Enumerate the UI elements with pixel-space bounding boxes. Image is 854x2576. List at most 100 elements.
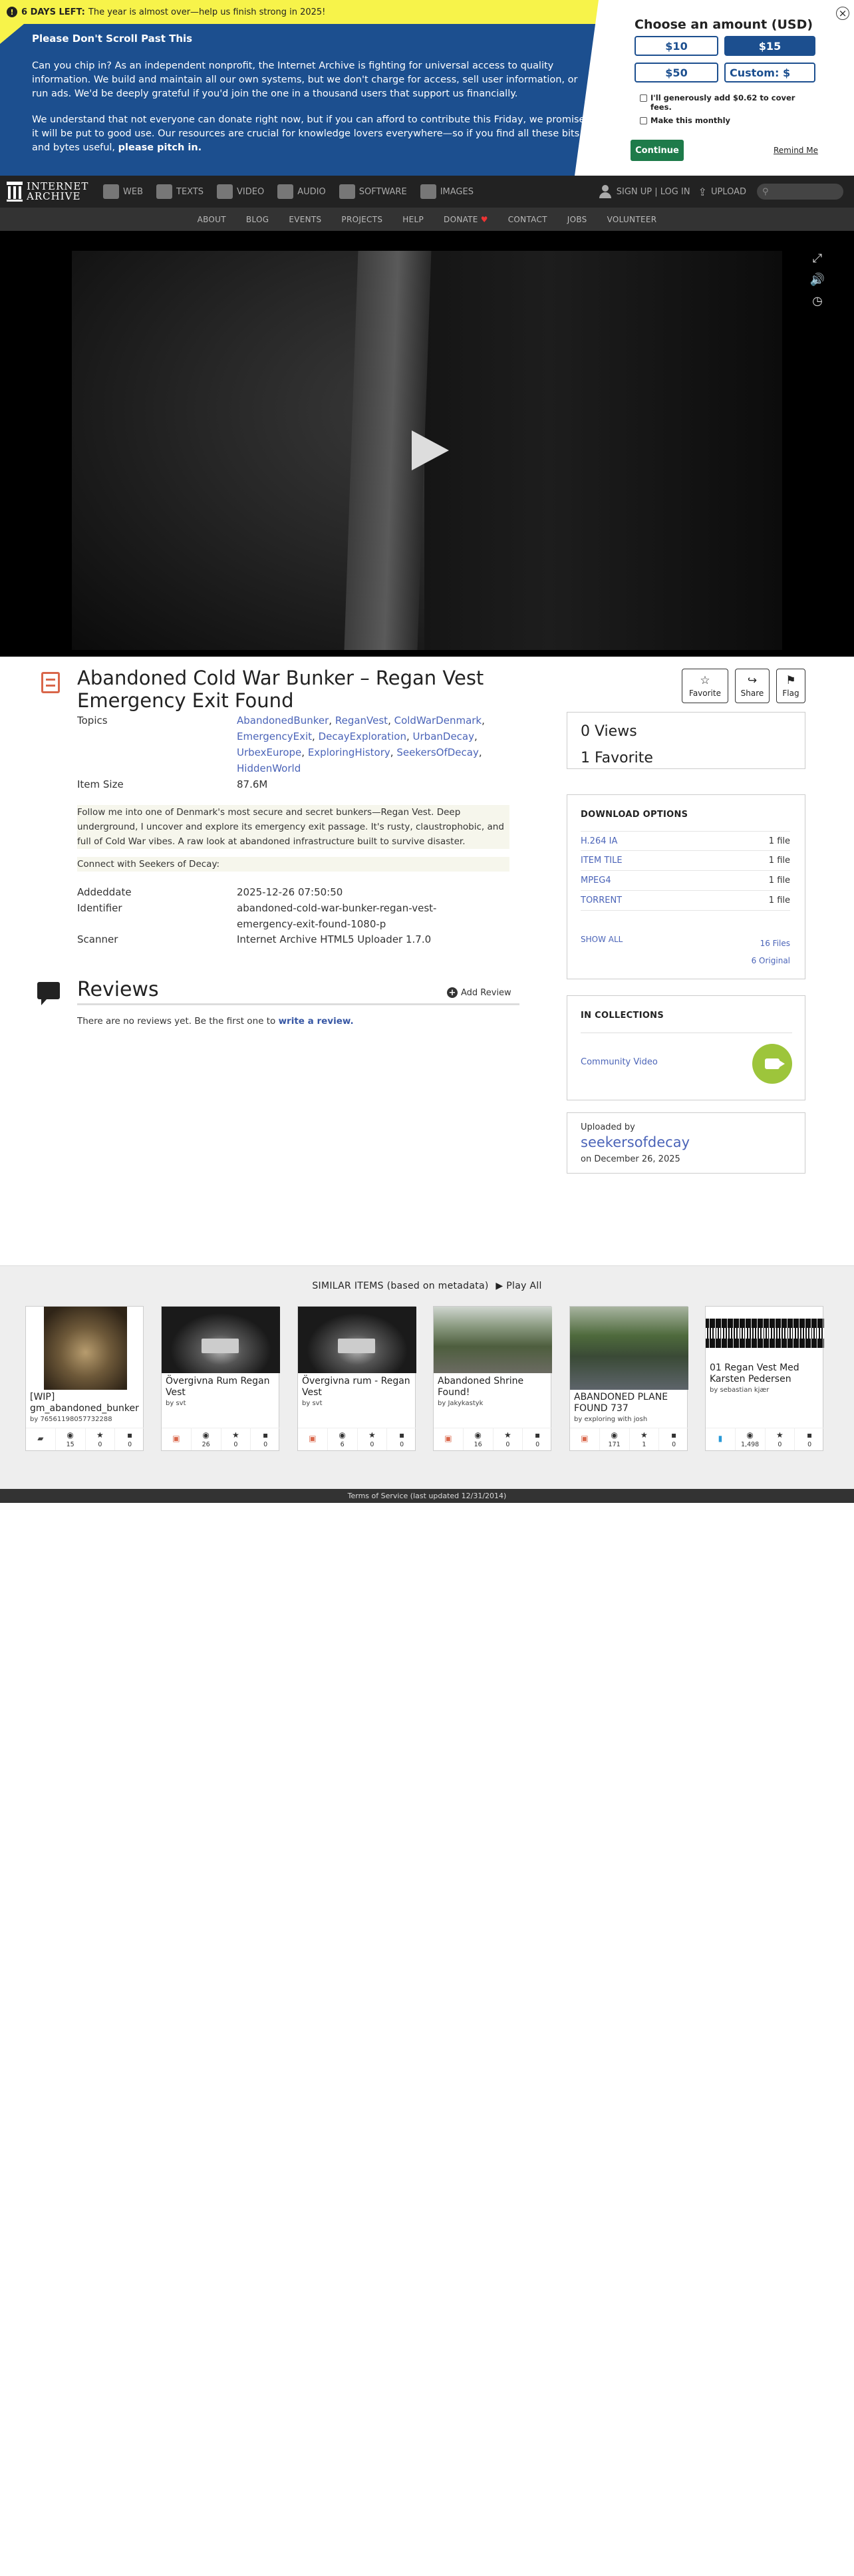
favorite-button[interactable]: ☆ Favorite — [682, 669, 728, 703]
topic-link[interactable]: SeekersOfDecay — [396, 746, 479, 758]
download-row[interactable]: MPEG4 1 file — [581, 871, 790, 891]
flag-button[interactable]: ⚑ Flag — [776, 669, 805, 703]
volume-icon[interactable]: 🔊 — [809, 272, 826, 287]
card-title[interactable]: Abandoned Shrine Found! — [438, 1376, 549, 1398]
play-all-button[interactable]: ▶ Play All — [496, 1281, 541, 1291]
item-size-value: 87.6M — [237, 778, 268, 790]
subnav-contact[interactable]: CONTACT — [508, 215, 547, 224]
video-frame[interactable] — [72, 251, 782, 650]
thumbnail[interactable] — [706, 1307, 824, 1360]
donation-para-2: We understand that not everyone can dona… — [32, 114, 585, 153]
download-row[interactable]: H.264 IA 1 file — [581, 831, 790, 851]
archive-logo[interactable]: INTERNET ARCHIVE — [7, 182, 103, 202]
nav-web[interactable]: WEB — [103, 184, 143, 199]
total-files-link[interactable]: 16 Files — [760, 939, 790, 948]
topic-link[interactable]: UrbanDecay — [413, 730, 474, 742]
similar-item-card[interactable]: [WIP] gm_abandoned_bunker by 76561198057… — [25, 1306, 144, 1451]
similar-item-card[interactable]: 01 Regan Vest Med Karsten Pedersen by se… — [705, 1306, 824, 1451]
upload-link[interactable]: ⇪ UPLOAD — [698, 186, 746, 198]
thumbnail[interactable] — [570, 1307, 688, 1390]
add-review-button[interactable]: + Add Review — [447, 987, 511, 998]
uploader-link[interactable]: seekersofdecay — [581, 1134, 690, 1150]
show-all-link[interactable]: SHOW ALL — [581, 935, 623, 944]
monthly-checkbox[interactable]: Make this monthly — [640, 116, 730, 125]
subnav-volunteer[interactable]: VOLUNTEER — [607, 215, 657, 224]
topic-link[interactable]: AbandonedBunker — [237, 715, 329, 726]
card-title[interactable]: Övergivna Rum Regan Vest — [166, 1376, 277, 1398]
search-input[interactable]: ⚲ — [757, 184, 843, 200]
nav-video[interactable]: VIDEO — [217, 184, 264, 199]
signup-login-link[interactable]: SIGN UP | LOG IN — [617, 187, 690, 197]
topic-link[interactable]: HiddenWorld — [237, 762, 301, 774]
topic-link[interactable]: UrbexEurope — [237, 746, 301, 758]
subnav-about[interactable]: ABOUT — [198, 215, 226, 224]
video-player[interactable]: ⤢ 🔊 ◷ — [0, 231, 854, 657]
card-title[interactable]: ABANDONED PLANE FOUND 737 — [574, 1392, 686, 1414]
write-review-link[interactable]: write a review. — [279, 1016, 354, 1027]
eye-icon: ◉ — [202, 1430, 210, 1440]
similar-item-card[interactable]: ABANDONED PLANE FOUND 737 by exploring w… — [569, 1306, 688, 1451]
nav-software[interactable]: SOFTWARE — [339, 184, 407, 199]
similar-items-section: SIMILAR ITEMS (based on metadata) ▶ Play… — [0, 1265, 854, 1489]
similar-item-card[interactable]: Abandoned Shrine Found! by Jakykastyk ▣ … — [433, 1306, 552, 1451]
continue-button[interactable]: Continue — [631, 140, 684, 161]
nav-audio[interactable]: AUDIO — [277, 184, 326, 199]
no-reviews-text: There are no reviews yet. Be the first o… — [77, 1016, 354, 1027]
remind-me-link[interactable]: Remind Me — [774, 146, 818, 155]
amount-15-button[interactable]: $15 — [724, 36, 815, 56]
checkbox-icon[interactable] — [640, 117, 647, 124]
topics-row: Topics AbandonedBunker, ReganVest, ColdW… — [77, 713, 516, 776]
topic-link[interactable]: ReganVest — [335, 715, 388, 726]
card-stats: ▣ ◉ 171 ★ 1 ▪ 0 — [570, 1428, 688, 1450]
amount-10-button[interactable]: $10 — [635, 36, 718, 56]
pitch-in-text: please pitch in. — [118, 142, 202, 153]
nav-texts[interactable]: TEXTS — [156, 184, 204, 199]
card-title[interactable]: [WIP] gm_abandoned_bunker — [30, 1392, 142, 1414]
subnav-jobs[interactable]: JOBS — [567, 215, 587, 224]
subnav-projects[interactable]: PROJECTS — [341, 215, 382, 224]
collection-link[interactable]: Community Video — [581, 1057, 658, 1067]
similar-item-card[interactable]: Övergivna rum - Regan Vest by svt ▣ ◉ 6 ★… — [297, 1306, 416, 1451]
similar-item-card[interactable]: Övergivna Rum Regan Vest by svt ▣ ◉ 26 ★ 0… — [161, 1306, 280, 1451]
alert-icon: ! — [7, 7, 17, 17]
thumbnail[interactable] — [162, 1307, 280, 1373]
custom-amount-field[interactable]: Custom: $ — [724, 63, 815, 82]
eye-icon: ◉ — [67, 1430, 74, 1440]
scanner-row: Scanner Internet Archive HTML5 Uploader … — [77, 933, 432, 945]
close-icon[interactable]: × — [836, 7, 849, 20]
subnav-help[interactable]: HELP — [402, 215, 424, 224]
topic-link[interactable]: DecayExploration — [319, 730, 406, 742]
topics-list: AbandonedBunker, ReganVest, ColdWarDenma… — [237, 715, 485, 774]
card-title[interactable]: Övergivna rum - Regan Vest — [302, 1376, 414, 1398]
film-icon: ▣ — [444, 1434, 452, 1443]
subnav-blog[interactable]: BLOG — [246, 215, 269, 224]
share-button[interactable]: ↪ Share — [735, 669, 770, 703]
user-icon[interactable] — [599, 185, 611, 198]
topic-link[interactable]: ColdWarDenmark — [394, 715, 482, 726]
nav-images[interactable]: IMAGES — [420, 184, 474, 199]
cover-fees-checkbox[interactable]: I'll generously add $0.62 to cover fees. — [640, 93, 806, 112]
footer-terms-link[interactable]: Terms of Service (last updated 12/31/201… — [0, 1489, 854, 1503]
card-title[interactable]: 01 Regan Vest Med Karsten Pedersen — [710, 1363, 821, 1385]
topic-link[interactable]: EmergencyExit — [237, 730, 312, 742]
original-files-link[interactable]: 6 Original — [752, 956, 790, 965]
fullscreen-icon[interactable]: ⤢ — [809, 251, 826, 265]
donation-form: Choose an amount (USD) $10 $15 $50 Custo… — [575, 0, 854, 176]
web-icon — [103, 184, 119, 199]
amount-50-button[interactable]: $50 — [635, 63, 718, 82]
subnav-events[interactable]: EVENTS — [289, 215, 321, 224]
subnav-donate[interactable]: DONATE ♥ — [444, 215, 488, 224]
clock-icon[interactable]: ◷ — [809, 293, 826, 308]
thumbnail[interactable] — [298, 1307, 416, 1373]
thumbnail[interactable] — [26, 1307, 144, 1390]
play-icon[interactable] — [412, 430, 449, 470]
topic-link[interactable]: ExploringHistory — [308, 746, 390, 758]
community-video-icon[interactable] — [752, 1044, 792, 1084]
checkbox-icon[interactable] — [640, 94, 647, 102]
thumbnail[interactable] — [434, 1307, 552, 1373]
download-row[interactable]: ITEM TILE 1 file — [581, 851, 790, 871]
card-stats: ▮ ◉ 1,498 ★ 0 ▪ 0 — [706, 1428, 824, 1450]
comment-icon: ▪ — [535, 1430, 541, 1440]
download-row[interactable]: TORRENT 1 file — [581, 891, 790, 911]
eye-icon: ◉ — [339, 1430, 346, 1440]
